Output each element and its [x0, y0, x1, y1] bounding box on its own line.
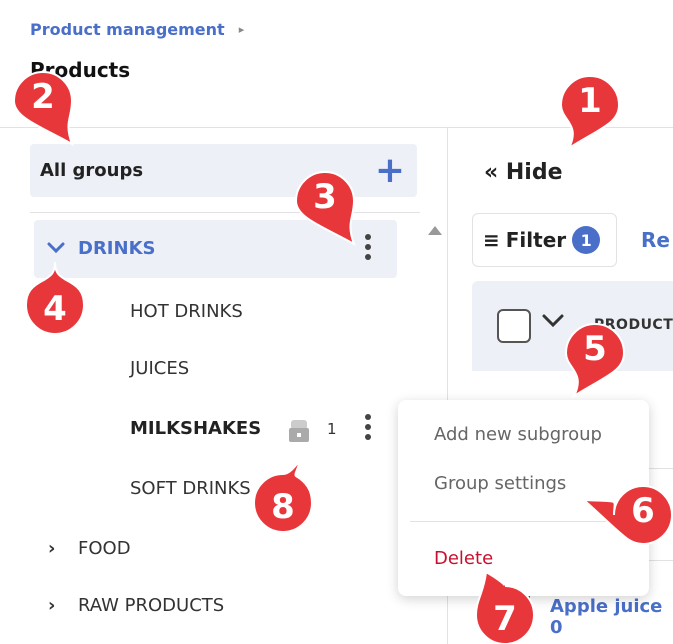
menu-item-add-subgroup[interactable]: Add new subgroup — [434, 424, 602, 445]
callout-marker: 7 — [474, 570, 536, 644]
reset-link[interactable]: Re — [641, 228, 670, 252]
chevron-down-icon[interactable] — [46, 236, 66, 260]
menu-item-group-settings[interactable]: Group settings — [434, 473, 566, 494]
tree-item-drinks-label: DRINKS — [78, 238, 156, 259]
filter-label: Filter — [505, 228, 567, 252]
tree-item-food[interactable]: FOOD — [78, 538, 131, 559]
sidebar-divider — [30, 212, 420, 213]
menu-item-delete[interactable]: Delete — [434, 548, 493, 569]
callout-marker: 5 — [564, 322, 626, 399]
callout-marker: 2 — [12, 70, 74, 147]
milkshakes-product-count: 1 — [327, 420, 337, 438]
add-group-icon[interactable]: + — [375, 152, 405, 189]
scroll-up-arrow-icon[interactable] — [428, 226, 442, 235]
filter-icon: ≡ — [483, 228, 500, 252]
lock-icon — [288, 418, 310, 442]
all-groups-label: All groups — [40, 160, 144, 181]
breadcrumb: Product management ▸ — [30, 20, 244, 39]
chevron-down-icon[interactable] — [541, 310, 565, 335]
tree-item-soft-drinks[interactable]: SOFT DRINKS — [130, 478, 251, 499]
select-all-checkbox[interactable] — [497, 309, 531, 343]
drinks-more-options-icon[interactable] — [364, 234, 372, 260]
breadcrumb-chevron-icon: ▸ — [238, 23, 245, 36]
callout-marker: 6 — [581, 484, 673, 558]
callout-marker: 4 — [24, 261, 86, 336]
milkshakes-more-options-icon[interactable] — [364, 414, 372, 440]
tree-item-juices[interactable]: JUICES — [130, 358, 189, 379]
chevron-right-icon[interactable]: › — [48, 538, 55, 559]
group-context-menu: Add new subgroup Group settings Delete — [398, 400, 649, 596]
callout-marker: 8 — [252, 459, 314, 534]
filter-button[interactable]: ≡ Filter 1 — [472, 213, 617, 267]
hide-sidebar-button[interactable]: « Hide — [484, 160, 563, 185]
chevron-right-icon[interactable]: › — [48, 595, 55, 616]
table-row-product-link[interactable]: Apple juice 0 — [550, 596, 673, 638]
callout-marker: 3 — [294, 170, 356, 247]
filter-count-badge: 1 — [572, 226, 601, 254]
tree-item-raw-products[interactable]: RAW PRODUCTS — [78, 595, 224, 616]
breadcrumb-link-product-management[interactable]: Product management — [30, 20, 225, 39]
tree-item-hot-drinks[interactable]: HOT DRINKS — [130, 301, 243, 322]
chevron-down-svg — [47, 242, 65, 254]
callout-marker: 1 — [559, 74, 621, 151]
tree-item-milkshakes[interactable]: MILKSHAKES — [130, 418, 261, 439]
all-groups-button[interactable]: All groups + — [30, 144, 417, 197]
